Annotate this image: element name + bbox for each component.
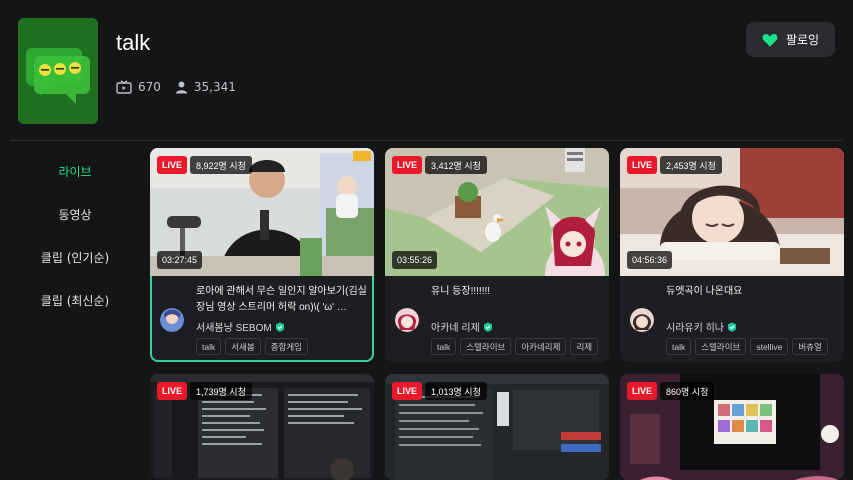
- verified-badge-icon: [275, 322, 284, 332]
- streamer-name[interactable]: 아카네 리제: [431, 319, 493, 334]
- live-card[interactable]: LIVE 8,922명 시청 03:27:45 로아에 관해서 무슨 일인지 알…: [150, 148, 374, 362]
- streamer-name-text: 시라유키 히나: [666, 323, 724, 334]
- viewer-count-badge: 1,739명 시청: [190, 382, 252, 400]
- tag-chip[interactable]: stellive: [750, 338, 789, 355]
- live-badge: LIVE: [392, 156, 423, 174]
- heart-icon: [762, 33, 778, 46]
- live-badge: LIVE: [627, 382, 658, 400]
- live-card[interactable]: LIVE 1,013명 시청: [385, 374, 609, 480]
- channel-name: talk: [116, 30, 151, 55]
- viewer-count-badge: 2,453명 시청: [660, 156, 722, 174]
- live-badge: LIVE: [157, 156, 188, 174]
- stream-thumbnail[interactable]: LIVE 8,922명 시청 03:27:45: [150, 148, 374, 276]
- verified-badge-icon: [727, 322, 736, 332]
- stream-thumbnail[interactable]: LIVE 2,453명 시청 04:56:36: [620, 148, 844, 276]
- streamer-avatar[interactable]: [395, 308, 419, 332]
- channel-sidebar: 라이브 동영상 클립 (인기순) 클립 (최신순): [0, 150, 150, 322]
- tag-chip[interactable]: 종합게임: [264, 338, 308, 355]
- streamer-name[interactable]: 시라유키 히나: [666, 319, 737, 334]
- tag-chip[interactable]: 서새봄: [225, 338, 261, 355]
- following-button[interactable]: 팔로잉: [746, 22, 835, 57]
- stream-title[interactable]: 로아에 관해서 무슨 일인지 알아보기(김실장님 영상 스트리머 허락 on)\…: [196, 284, 368, 316]
- streamer-name[interactable]: 서새봄냥 SEBOM: [196, 319, 285, 334]
- tag-chip[interactable]: 리제: [570, 338, 599, 355]
- tag-chip[interactable]: 아카네리제: [515, 338, 567, 355]
- tag-chip[interactable]: 스텔라이브: [695, 338, 747, 355]
- sidebar-item-videos[interactable]: 동영상: [0, 193, 150, 236]
- stream-title[interactable]: 듀엣곡이 나온대요: [666, 284, 838, 300]
- follower-count: 35,341: [193, 80, 236, 94]
- viewer-count-badge: 1,013명 시청: [425, 382, 487, 400]
- stream-thumbnail[interactable]: LIVE 1,013명 시청: [385, 374, 609, 480]
- tag-chip[interactable]: talk: [431, 338, 457, 355]
- duration-badge: 03:27:45: [157, 251, 203, 269]
- tag-chip[interactable]: talk: [196, 338, 222, 355]
- stream-thumbnail[interactable]: LIVE 1,739명 시청: [150, 374, 374, 480]
- stream-title[interactable]: 유니 등장!!!!!!!: [431, 284, 603, 300]
- following-label: 팔로잉: [785, 33, 820, 47]
- live-badge: LIVE: [392, 382, 423, 400]
- chat-bubbles-logo-icon: [18, 18, 98, 124]
- channel-logo: [18, 18, 98, 124]
- tv-icon: [116, 80, 132, 94]
- video-count-stat: 670: [116, 80, 161, 94]
- streamer-name-text: 아카네 리제: [431, 323, 480, 334]
- live-badge: LIVE: [157, 382, 188, 400]
- viewer-count-badge: 860명 시청: [660, 382, 715, 400]
- streamer-avatar[interactable]: [630, 308, 654, 332]
- live-card[interactable]: LIVE 3,412명 시청 03:55:26 유니 등장!!!!!!! 아카네…: [385, 148, 609, 362]
- viewer-count-badge: 3,412명 시청: [425, 156, 487, 174]
- viewer-count-badge: 8,922명 시청: [190, 156, 252, 174]
- stream-info: 유니 등장!!!!!!! 아카네 리제 talk 스텔라이브 아카네리제 리제: [385, 276, 609, 362]
- tag-chip[interactable]: talk: [666, 338, 692, 355]
- sidebar-item-live[interactable]: 라이브: [0, 150, 150, 193]
- tag-chip[interactable]: 버츄얼: [792, 338, 828, 355]
- follower-count-stat: 35,341: [175, 80, 236, 94]
- streamer-name-text: 서새봄냥 SEBOM: [196, 323, 272, 334]
- channel-stats: 670 35,341: [116, 80, 250, 94]
- duration-badge: 04:56:36: [627, 251, 673, 269]
- live-card[interactable]: LIVE 860명 시청: [620, 374, 844, 480]
- live-card[interactable]: LIVE 1,739명 시청: [150, 374, 374, 480]
- stream-tags: talk 서새봄 종합게임: [196, 338, 312, 355]
- header-divider: [10, 140, 843, 141]
- stream-thumbnail[interactable]: LIVE 3,412명 시청 03:55:26: [385, 148, 609, 276]
- verified-badge-icon: [483, 322, 492, 332]
- duration-badge: 03:55:26: [392, 251, 438, 269]
- video-count: 670: [138, 80, 161, 94]
- stream-tags: talk 스텔라이브 아카네리제 리제: [431, 338, 602, 355]
- stream-tags: talk 스텔라이브 stellive 버츄얼: [666, 338, 832, 355]
- live-card[interactable]: LIVE 2,453명 시청 04:56:36 듀엣곡이 나온대요 시라유키 히…: [620, 148, 844, 362]
- streamer-avatar[interactable]: [160, 308, 184, 332]
- stream-info: 로아에 관해서 무슨 일인지 알아보기(김실장님 영상 스트리머 허락 on)\…: [150, 276, 374, 362]
- channel-page: talk 670 35,341 팔로잉 라이브 동영상 클립 (인기순) 클립 …: [0, 0, 853, 480]
- sidebar-item-clips-latest[interactable]: 클립 (최신순): [0, 279, 150, 322]
- person-icon: [175, 81, 188, 93]
- stream-info: 듀엣곡이 나온대요 시라유키 히나 talk 스텔라이브 stellive 버츄…: [620, 276, 844, 362]
- tag-chip[interactable]: 스텔라이브: [460, 338, 512, 355]
- live-badge: LIVE: [627, 156, 658, 174]
- stream-thumbnail[interactable]: LIVE 860명 시청: [620, 374, 844, 480]
- sidebar-item-clips-popular[interactable]: 클립 (인기순): [0, 236, 150, 279]
